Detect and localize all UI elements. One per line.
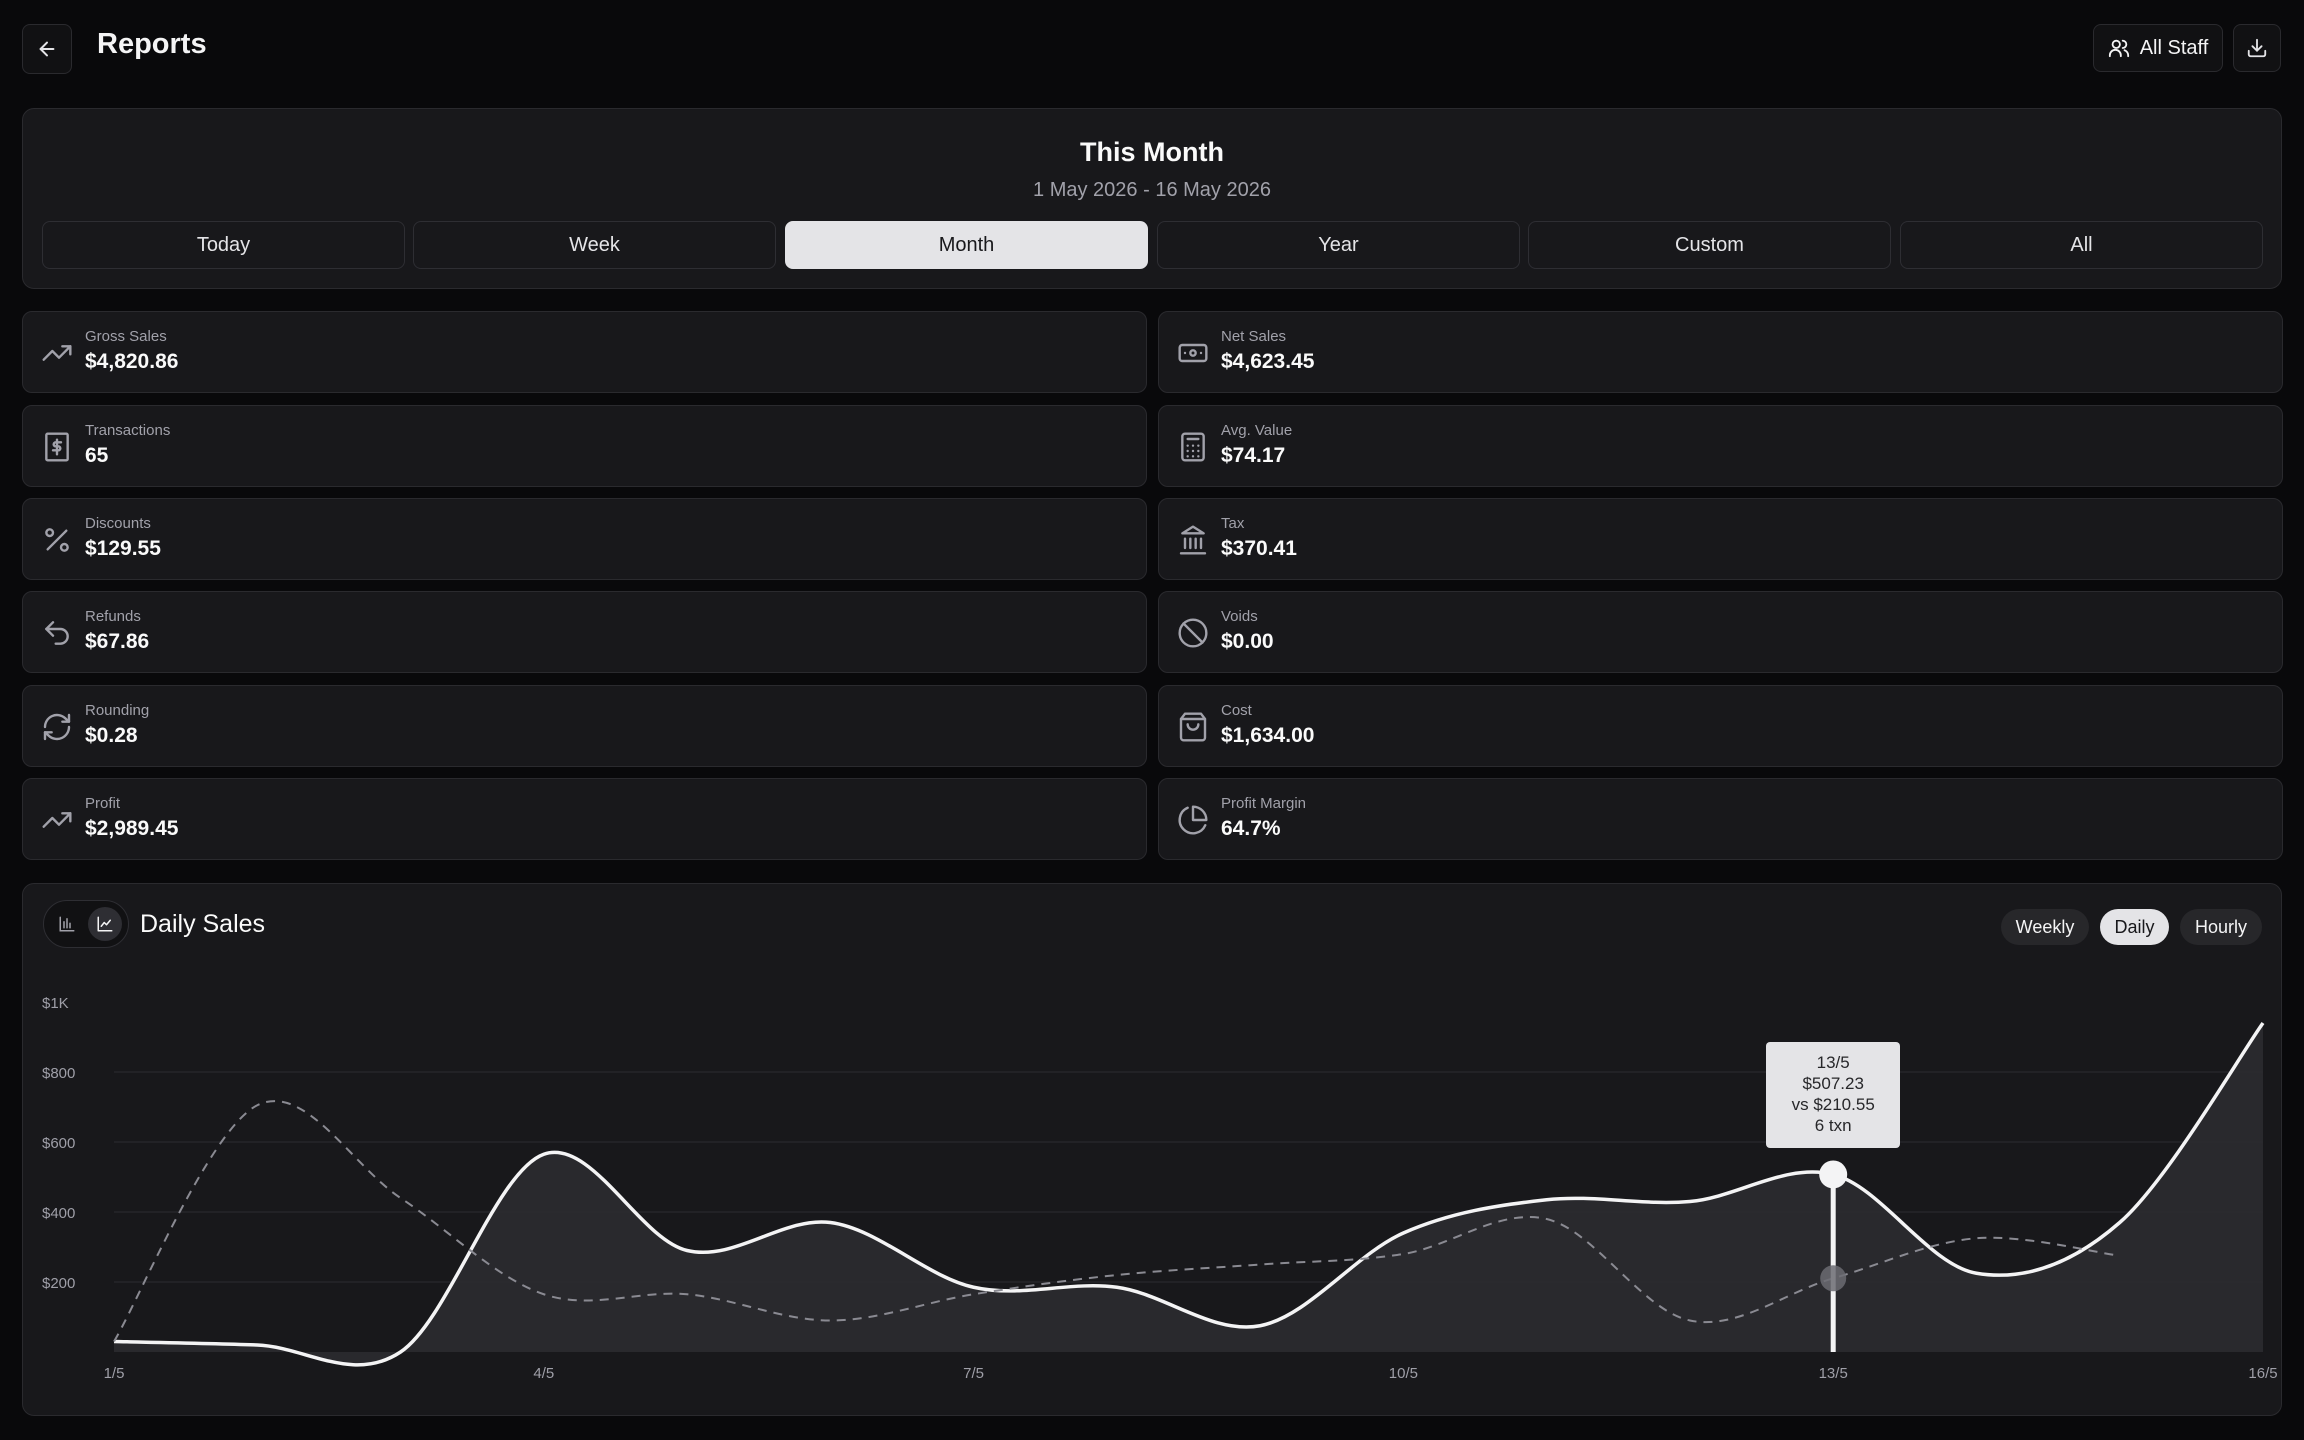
stat-card-avg-value: Avg. Value $74.17 <box>1158 405 2283 487</box>
stat-value: $129.55 <box>85 537 161 560</box>
percent-icon <box>45 528 69 552</box>
y-tick-label: $1K <box>42 995 69 1012</box>
tooltip-value: $507.23 <box>1802 1074 1864 1094</box>
trending-up-icon <box>42 812 72 828</box>
calculator-icon <box>1181 432 1205 462</box>
stat-card-net-sales: Net Sales $4,623.45 <box>1158 311 2283 393</box>
stat-label: Profit <box>85 795 121 812</box>
refresh-icon <box>43 713 71 741</box>
tooltip-date: 13/5 <box>1816 1053 1850 1073</box>
x-tick-label: 13/5 <box>1819 1365 1848 1382</box>
stat-value: $74.17 <box>1221 444 1286 467</box>
stat-card-discounts: Discounts $129.55 <box>22 498 1147 580</box>
undo-icon <box>45 621 69 645</box>
stat-value: $4,820.86 <box>85 350 179 373</box>
stat-label: Gross Sales <box>85 328 167 345</box>
y-tick-label: $800 <box>42 1065 75 1082</box>
receipt-icon <box>45 432 69 462</box>
stat-value: 64.7% <box>1221 817 1281 840</box>
stat-label: Tax <box>1221 515 1245 532</box>
comparison-point <box>1820 1265 1847 1292</box>
stat-value: $67.86 <box>85 630 150 653</box>
staff-filter-label: All Staff <box>2139 36 2209 59</box>
arrow-left-icon <box>39 41 55 57</box>
highlight-point <box>1819 1160 1848 1189</box>
page-title: Reports <box>97 28 207 60</box>
tab-week[interactable]: Week <box>413 221 776 269</box>
x-tick-label: 4/5 <box>533 1365 554 1382</box>
stat-label: Discounts <box>85 515 151 532</box>
stat-card-rounding: Rounding $0.28 <box>22 685 1147 767</box>
stat-label: Cost <box>1221 702 1252 719</box>
top-bar: Reports All Staff <box>0 0 2304 96</box>
stat-card-refunds: Refunds $67.86 <box>22 591 1147 673</box>
stat-card-cost: Cost $1,634.00 <box>1158 685 2283 767</box>
tab-year[interactable]: Year <box>1157 221 1520 269</box>
staff-filter-button[interactable]: All Staff <box>2093 24 2223 72</box>
tooltip-txn: 6 txn <box>1814 1116 1852 1136</box>
y-tick-label: $600 <box>42 1135 75 1152</box>
banknote-icon <box>1178 343 1208 363</box>
stat-card-profit: Profit $2,989.45 <box>22 778 1147 860</box>
stat-label: Rounding <box>85 702 150 719</box>
stat-value: $0.28 <box>85 724 138 747</box>
tab-all[interactable]: All <box>1900 221 2263 269</box>
stat-card-profit-margin: Profit Margin 64.7% <box>1158 778 2283 860</box>
stat-value: $1,634.00 <box>1221 724 1315 747</box>
chart-tooltip: 13/5 $507.23 vs $210.55 6 txn <box>1766 1042 1901 1149</box>
x-tick-label: 7/5 <box>963 1365 984 1382</box>
tab-today[interactable]: Today <box>42 221 405 269</box>
y-tick-label: $400 <box>42 1205 75 1222</box>
stat-card-tax: Tax $370.41 <box>1158 498 2283 580</box>
stat-card-voids: Voids $0.00 <box>1158 591 2283 673</box>
tab-custom[interactable]: Custom <box>1528 221 1891 269</box>
pie-chart-icon <box>1178 805 1208 835</box>
ban-icon <box>1178 618 1208 648</box>
x-tick-label: 1/5 <box>104 1365 125 1382</box>
stat-label: Voids <box>1221 608 1258 625</box>
period-title: This Month <box>1080 137 1224 167</box>
tab-month[interactable]: Month <box>785 221 1148 269</box>
stat-label: Transactions <box>85 422 171 439</box>
tooltip-compare: vs $210.55 <box>1791 1095 1875 1115</box>
stat-value: $370.41 <box>1221 537 1297 560</box>
stat-value: $0.00 <box>1221 630 1274 653</box>
stat-value: $4,623.45 <box>1221 350 1315 373</box>
stat-label: Net Sales <box>1221 328 1287 345</box>
download-button[interactable] <box>2233 24 2281 72</box>
chart-card: Daily Sales Weekly Daily Hourly $200 $400… <box>22 883 2282 1416</box>
stat-label: Avg. Value <box>1221 422 1293 439</box>
y-tick-label: $200 <box>42 1275 75 1292</box>
x-tick-label: 16/5 <box>2248 1365 2277 1382</box>
stat-card-transactions: Transactions 65 <box>22 405 1147 487</box>
x-tick-label: 10/5 <box>1389 1365 1418 1382</box>
shopping-bag-icon <box>1179 712 1207 742</box>
download-icon <box>2247 38 2267 58</box>
back-button[interactable] <box>22 24 72 74</box>
period-card: This Month 1 May 2026 - 16 May 2026 Toda… <box>22 108 2282 289</box>
stat-label: Profit Margin <box>1221 795 1307 812</box>
landmark-icon <box>1179 525 1207 555</box>
users-icon <box>2108 39 2129 58</box>
stat-card-gross-sales: Gross Sales $4,820.86 <box>22 311 1147 393</box>
period-range: 1 May 2026 - 16 May 2026 <box>1033 179 1271 201</box>
stat-label: Refunds <box>85 608 141 625</box>
trending-up-icon <box>42 345 72 361</box>
sales-chart: $200 $400 $600 $800 $1K 1/5 4/5 7/5 10/5 13/5 16/5 <box>42 995 2278 1382</box>
stat-value: $2,989.45 <box>85 817 179 840</box>
stat-value: 65 <box>85 444 109 467</box>
